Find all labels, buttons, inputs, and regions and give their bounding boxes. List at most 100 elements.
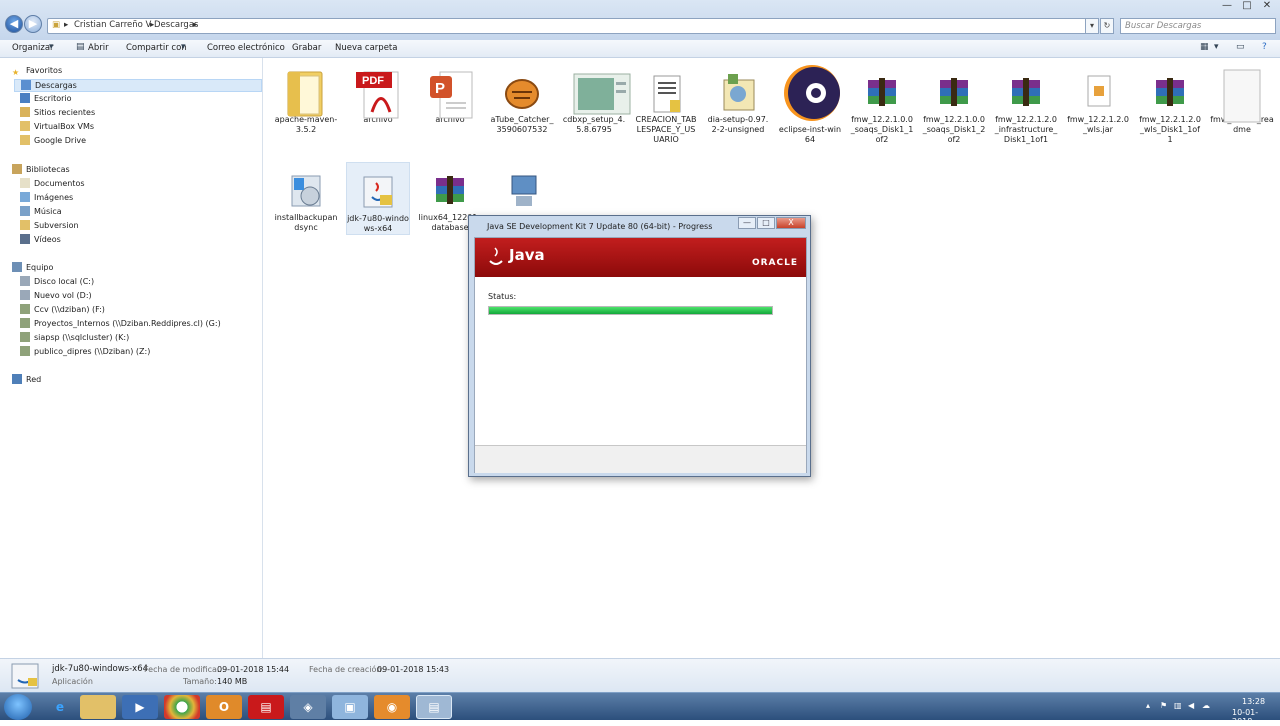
file-item[interactable]: installbackupandsync [274,162,338,233]
file-item[interactable]: jdk-7u80-windows-x64 [346,162,410,235]
file-item[interactable]: PDF archivo [346,64,410,125]
hard-drive-icon [20,276,30,286]
file-item[interactable]: CREACION_TABLESPACE_Y_USUARIO [634,64,698,145]
file-item[interactable]: fmw_12.2.1.0.0_soaqs_Disk1_2of2 [922,64,986,145]
backup-sync-icon [284,166,328,210]
sidebar-item-drive-c[interactable]: Disco local (C:) [20,276,94,289]
sidebar-group-computer[interactable]: Equipo [12,262,53,275]
show-hidden-icons-icon[interactable]: ▴ [1146,701,1150,710]
acrobat-icon[interactable]: ▤ [248,695,284,719]
dialog-footer [475,445,806,473]
organize-button[interactable]: Organizar [12,43,54,53]
file-item[interactable]: dia-setup-0.97.2-2-unsigned [706,64,770,135]
file-item[interactable]: apache-maven-3.5.2 [274,64,338,135]
sidebar-item-subversion[interactable]: Subversion [20,220,79,233]
history-dropdown-icon[interactable]: ▾ [1085,18,1099,34]
sidebar-group-favorites[interactable]: ★ Favoritos [12,66,62,79]
chrome-icon[interactable] [164,695,200,719]
java-installer-icon [11,663,39,689]
sidebar-item-drive-k[interactable]: siapsp (\\sqlcluster) (K:) [20,332,129,345]
sidebar-item-escritorio[interactable]: Escritorio [20,93,72,106]
maximize-window-button[interactable]: □ [1240,0,1254,12]
desktop-icon [20,93,30,103]
clock-date[interactable]: 10-01-2018 [1232,708,1276,726]
internet-explorer-icon[interactable]: e [42,695,78,719]
details-size-label: Tamaño: [183,677,217,686]
email-button[interactable]: Correo electrónico [207,43,285,53]
progress-bar [488,306,773,315]
new-folder-button[interactable]: Nueva carpeta [335,43,397,53]
forward-button[interactable]: ▶ [24,15,42,33]
remote-desktop-icon[interactable]: ▣ [332,695,368,719]
search-input[interactable]: Buscar Descargas [1120,18,1276,34]
dialog-minimize-button[interactable]: — [738,217,756,229]
volume-icon[interactable]: ◀ [1188,701,1194,710]
outlook-icon[interactable]: O [206,695,242,719]
file-explorer-icon[interactable] [80,695,116,719]
file-item[interactable]: fmw_12.2.1.0.0_soaqs_Disk1_1of2 [850,64,914,145]
sidebar-item-drive-z[interactable]: publico_dipres (\\Dziban) (Z:) [20,346,150,359]
computer-icon [12,262,22,272]
network-tray-icon[interactable]: ▥ [1174,701,1182,710]
view-options-icon[interactable]: ▦ [1200,42,1209,52]
rar-icon [932,68,976,112]
java-progress-dialog: Java SE Development Kit 7 Update 80 (64-… [468,215,811,477]
file-item[interactable]: fmw_12.2.1.2.0_wls_Disk1_1of1 [1138,64,1202,145]
cloud-icon[interactable]: ☁ [1202,701,1210,710]
java-banner: Java ORACLE [475,238,806,277]
breadcrumb-descargas[interactable]: Descargas [154,20,198,30]
file-item[interactable]: cdbxp_setup_4.5.8.6795 [562,64,631,135]
breadcrumb-user[interactable]: Cristian Carreño V [74,20,151,30]
installer-icon [572,68,631,115]
file-item[interactable]: fmw_12212_readme [1210,64,1274,135]
rar-icon [1004,68,1048,112]
sidebar-item-videos[interactable]: Vídeos [20,234,61,247]
open-button[interactable]: Abrir [88,43,109,53]
network-drive-icon [20,346,30,356]
sidebar-item-virtualbox[interactable]: VirtualBox VMs [20,121,94,134]
help-icon[interactable]: ? [1262,42,1267,52]
media-player-icon[interactable]: ▶ [122,695,158,719]
atube-taskbar-icon[interactable]: ◉ [374,695,410,719]
downloads-icon [21,80,31,90]
sidebar-item-imagenes[interactable]: Imágenes [20,192,73,205]
dialog-close-button[interactable]: X [776,217,806,229]
sidebar-item-drive-f[interactable]: Ccv (\\dziban) (F:) [20,304,105,317]
start-button[interactable] [4,694,32,720]
minimize-window-button[interactable]: — [1220,0,1234,12]
folder-icon [20,220,30,230]
sidebar-item-descargas[interactable]: Descargas [14,79,262,92]
breadcrumb[interactable]: ▣ ▸ Cristian Carreño V ▸ Descargas ▸ [47,18,1097,34]
java-logo: Java [509,246,545,264]
file-item[interactable] [490,162,554,213]
share-button[interactable]: Compartir con [126,43,187,53]
refresh-icon[interactable]: ↻ [1100,18,1114,34]
java-installer-taskbar-icon[interactable]: ▤ [416,695,452,719]
preview-pane-icon[interactable]: ▭ [1236,42,1245,52]
folder-icon: ▣ [52,20,61,30]
close-window-button[interactable]: ✕ [1260,0,1274,12]
dialog-maximize-button[interactable]: □ [757,217,775,229]
text-file-icon [644,68,688,113]
file-item[interactable]: fmw_12.2.1.2.0_wls.jar [1066,64,1130,135]
file-item[interactable]: eclipse-inst-win64 [778,64,842,145]
sidebar-item-drive-g[interactable]: Proyectos_Internos (\\Dziban.Reddipres.c… [20,318,221,331]
flag-icon[interactable]: ⚑ [1160,701,1167,710]
chevron-down-icon[interactable]: ▾ [1214,42,1219,52]
sidebar-item-google-drive[interactable]: Google Drive [20,135,86,148]
clock-time[interactable]: 13:28 [1242,697,1265,706]
sidebar-item-documentos[interactable]: Documentos [20,178,85,191]
sidebar-item-musica[interactable]: Música [20,206,62,219]
window-controls: — □ ✕ [1220,0,1274,14]
details-modified-label: Fecha de modifica... [144,665,225,674]
back-button[interactable]: ◀ [5,15,23,33]
sidebar-group-network[interactable]: Red [12,374,41,387]
sidebar-item-recent[interactable]: Sitios recientes [20,107,95,120]
virtualbox-icon[interactable]: ◈ [290,695,326,719]
burn-button[interactable]: Grabar [292,43,321,53]
file-item[interactable]: fmw_12.2.1.2.0_infrastructure_Disk1_1of1 [994,64,1058,145]
sidebar-group-libraries[interactable]: Bibliotecas [12,164,70,177]
sidebar-item-drive-d[interactable]: Nuevo vol (D:) [20,290,92,303]
file-item[interactable]: aTube_Catcher_3590607532 [490,64,554,135]
file-item[interactable]: Parchivo [418,64,482,125]
